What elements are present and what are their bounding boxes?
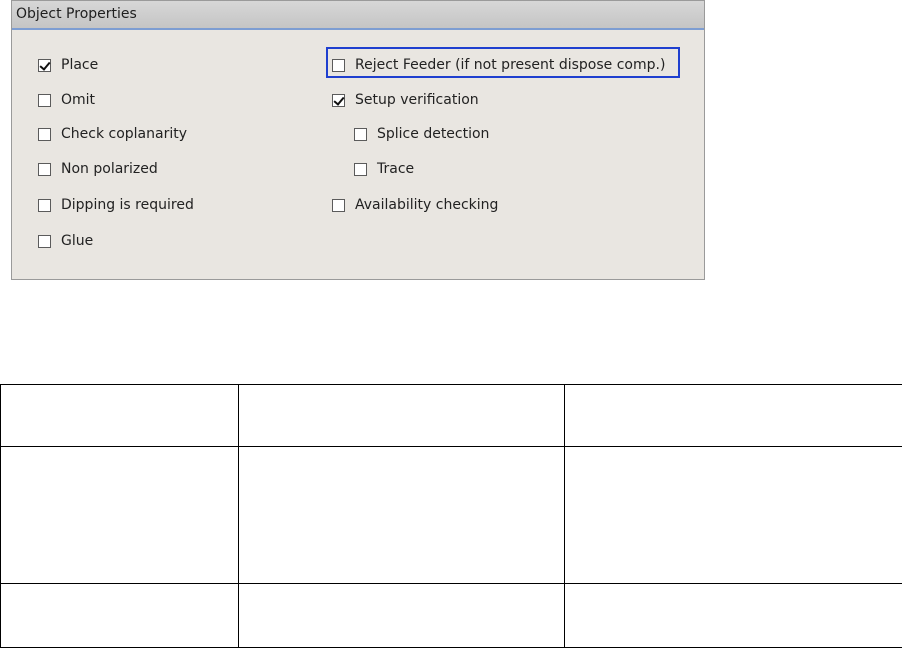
- dipping-required-label: Dipping is required: [61, 197, 194, 213]
- splice-detection-checkbox[interactable]: [354, 127, 367, 141]
- table-cell: [564, 582, 902, 648]
- place-label: Place: [61, 57, 99, 73]
- dipping-required-checkbox[interactable]: [38, 198, 51, 212]
- option-availability-checking[interactable]: Availability checking: [332, 195, 498, 215]
- trace-checkbox[interactable]: [354, 162, 367, 176]
- panel-title: Object Properties: [16, 6, 137, 22]
- table-cell: [238, 582, 565, 648]
- omit-label: Omit: [61, 92, 96, 108]
- panel-header: Object Properties: [12, 1, 704, 30]
- trace-label: Trace: [377, 161, 415, 177]
- option-splice-detection[interactable]: Splice detection: [354, 124, 489, 144]
- splice-detection-label: Splice detection: [377, 126, 490, 142]
- check-coplanarity-checkbox[interactable]: [38, 127, 51, 141]
- place-checkbox[interactable]: [38, 58, 51, 72]
- option-check-coplanarity[interactable]: Check coplanarity: [38, 124, 187, 144]
- setup-verification-label: Setup verification: [355, 92, 479, 108]
- table-row: [0, 383, 902, 448]
- table-cell: [238, 446, 565, 584]
- glue-checkbox[interactable]: [38, 234, 51, 248]
- non-polarized-checkbox[interactable]: [38, 162, 51, 176]
- setup-verification-checkbox[interactable]: [332, 93, 345, 107]
- option-setup-verification[interactable]: Setup verification: [332, 90, 479, 110]
- table-cell: [0, 383, 239, 448]
- glue-label: Glue: [61, 233, 94, 249]
- option-dipping-required[interactable]: Dipping is required: [38, 195, 194, 215]
- non-polarized-label: Non polarized: [61, 161, 158, 177]
- table-row: [0, 446, 902, 584]
- check-coplanarity-label: Check coplanarity: [61, 126, 188, 142]
- availability-checking-label: Availability checking: [355, 197, 499, 213]
- empty-table: [0, 383, 902, 648]
- object-properties-panel: Object Properties Place Omit Check copla…: [11, 0, 705, 280]
- option-place[interactable]: Place: [38, 55, 98, 75]
- option-glue[interactable]: Glue: [38, 231, 93, 251]
- omit-checkbox[interactable]: [38, 93, 51, 107]
- table-cell: [0, 582, 239, 648]
- table-cell: [564, 383, 902, 448]
- option-trace[interactable]: Trace: [354, 159, 414, 179]
- reject-feeder-highlight-box: [326, 47, 680, 78]
- table-cell: [0, 446, 239, 584]
- table-cell: [564, 446, 902, 584]
- option-non-polarized[interactable]: Non polarized: [38, 159, 158, 179]
- table-cell: [238, 383, 565, 448]
- option-omit[interactable]: Omit: [38, 90, 95, 110]
- availability-checking-checkbox[interactable]: [332, 198, 345, 212]
- table-row: [0, 582, 902, 648]
